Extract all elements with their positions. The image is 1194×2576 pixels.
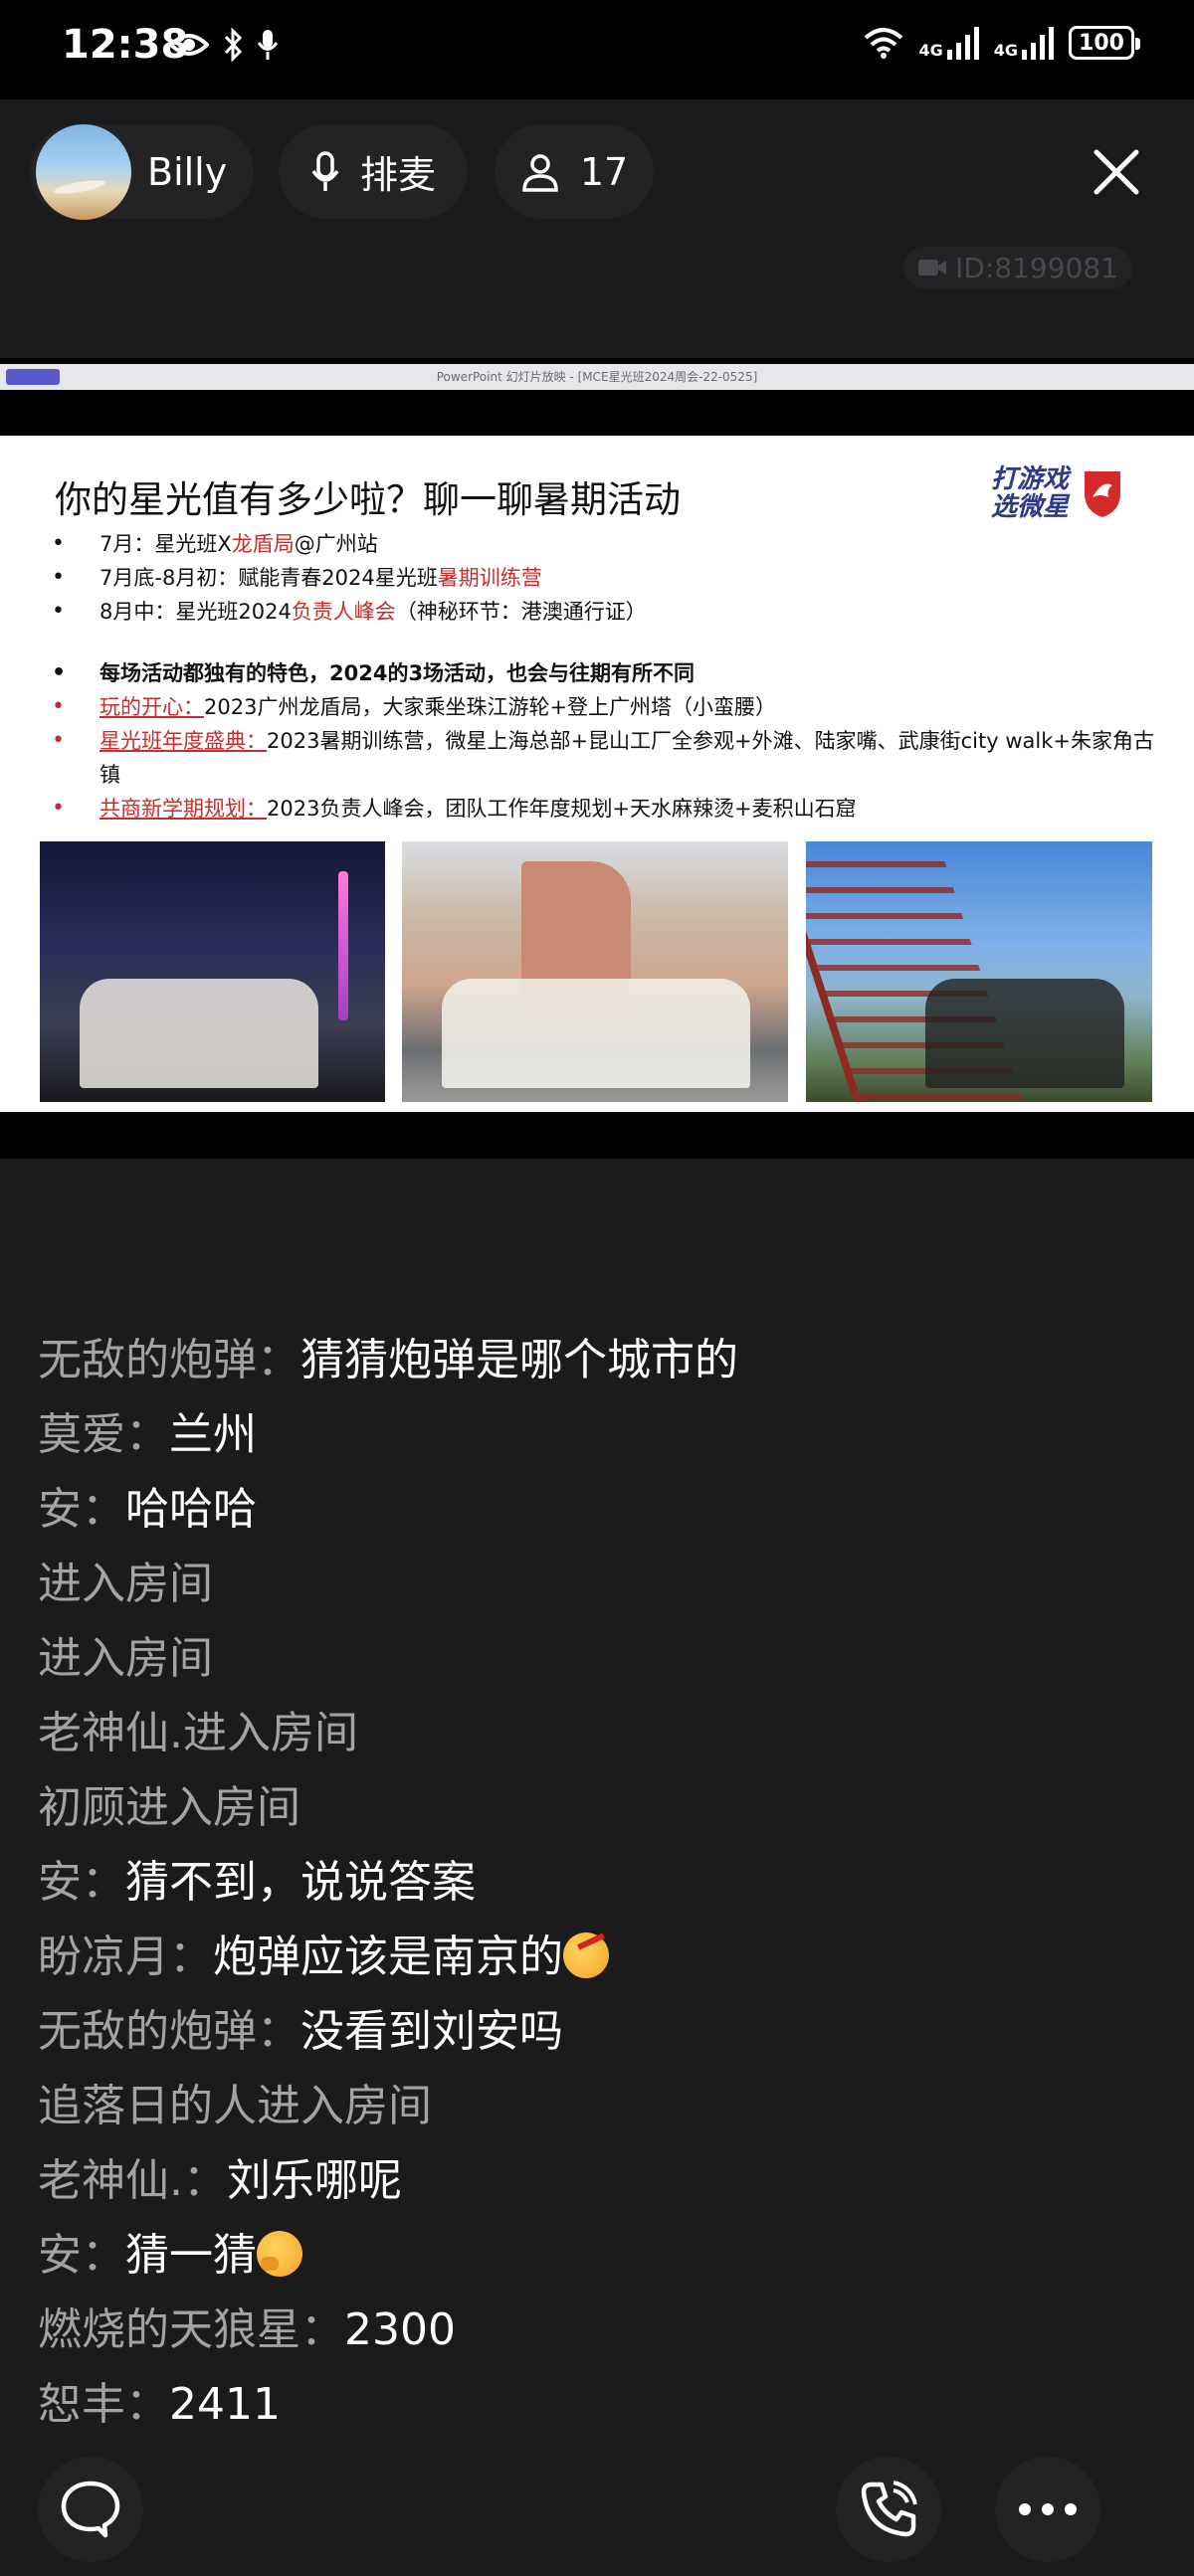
- chat-bubble-icon: [61, 2481, 120, 2538]
- bullet-item: 8月中：星光班2024负责人峰会（神秘环节：港澳通行证）: [52, 595, 1156, 629]
- chat-message: 安：猜不到，说说答案: [38, 1857, 476, 1908]
- close-icon[interactable]: [1089, 144, 1144, 200]
- chat-message: 无敌的炮弹：猜猜炮弹是哪个城市的: [38, 1335, 738, 1385]
- signal-icon-2: 4G: [994, 26, 1055, 60]
- status-icons-left: [169, 28, 279, 62]
- chat-message: 恕丰：2411: [38, 2379, 281, 2430]
- brand-line-1: 打游戏: [991, 464, 1070, 494]
- video-camera-icon: [918, 260, 947, 276]
- group-people: [925, 979, 1124, 1088]
- powerpoint-titlebar: PowerPoint 幻灯片放映 - [MCE星光班2024周会-22-0525…: [0, 364, 1194, 390]
- person-icon: [522, 153, 558, 192]
- more-dots-icon: [1019, 2503, 1077, 2515]
- call-button[interactable]: [836, 2457, 941, 2562]
- phone-icon: [861, 2481, 917, 2537]
- host-pill[interactable]: Billy: [30, 123, 254, 220]
- bullet-item: 7月底-8月初：赋能青春2024星光班暑期训练营: [52, 561, 1156, 595]
- mic-icon: [257, 30, 279, 60]
- bluetooth-icon: [224, 28, 243, 62]
- photo-group-street: [402, 841, 788, 1102]
- chat-message: 老神仙.：刘乐哪呢: [38, 2155, 402, 2206]
- network-type-1: 4G: [918, 41, 943, 60]
- photo-guangzhou-night: [40, 841, 385, 1102]
- thinking-face-emoji-icon: [257, 2231, 302, 2277]
- presentation-slide: 你的星光值有多少啦？聊一聊暑期活动 打游戏 选微星 7月：星光班X龙盾局@广州站…: [0, 436, 1194, 1112]
- bullet-item: 共商新学期规划：2023负责人峰会，团队工作年度规划+天水麻辣烫+麦积山石窟: [52, 792, 1156, 826]
- group-people: [442, 979, 750, 1088]
- angry-face-emoji-icon: [563, 1932, 609, 1978]
- microphone-icon: [311, 150, 339, 191]
- chat-message: 安：猜一猜: [38, 2218, 1152, 2293]
- system-message: 进入房间: [38, 1633, 213, 1684]
- chat-message: 无敌的炮弹：没看到刘安吗: [38, 2006, 563, 2057]
- chat-message: 盼凉月：炮弹应该是南京的: [38, 1920, 1152, 1994]
- shared-screen[interactable]: PowerPoint 幻灯片放映 - [MCE星光班2024周会-22-0525…: [0, 358, 1194, 1159]
- system-message: 追落日的人进入房间: [38, 2081, 432, 2131]
- system-message: 初顾进入房间: [38, 1782, 300, 1833]
- bullet-item: 7月：星光班X龙盾局@广州站: [52, 527, 1156, 561]
- photo-mountain-stairs: [806, 841, 1152, 1102]
- group-people: [80, 979, 318, 1088]
- chat-message: 安：哈哈哈: [38, 1484, 257, 1535]
- canton-tower: [338, 871, 348, 1020]
- mic-queue-button[interactable]: 排麦: [279, 124, 468, 219]
- brand-logo: 打游戏 选微星: [991, 465, 1124, 521]
- powerpoint-title: PowerPoint 幻灯片放映 - [MCE星光班2024周会-22-0525…: [436, 370, 758, 384]
- host-avatar[interactable]: [36, 123, 131, 220]
- battery-icon: 100: [1069, 26, 1140, 60]
- slide-title: 你的星光值有多少啦？聊一聊暑期活动: [55, 478, 681, 521]
- system-message: 老神仙.进入房间: [38, 1708, 358, 1758]
- host-name: Billy: [147, 149, 228, 194]
- bullet-item: 星光班年度盛典：2023暑期训练营，微星上海总部+昆山工厂全参观+外滩、陆家嘴、…: [52, 724, 1156, 792]
- eye-icon: [169, 34, 209, 56]
- viewer-count: 17: [579, 149, 629, 194]
- chat-button[interactable]: [38, 2457, 143, 2562]
- chat-list[interactable]: 无敌的炮弹：猜猜炮弹是哪个城市的 莫爱：兰州 安：哈哈哈 进入房间 进入房间 老…: [38, 1323, 1152, 2442]
- mic-queue-label: 排麦: [359, 153, 436, 197]
- status-icons-right: 4G 4G 100: [863, 26, 1140, 60]
- system-message: 进入房间: [38, 1559, 213, 1609]
- wifi-icon: [865, 28, 903, 59]
- chat-message: 燃烧的天狼星：2300: [38, 2304, 456, 2355]
- bullet-item: 玩的开心：2023广州龙盾局，大家乘坐珠江游轮+登上广州塔（小蛮腰）: [52, 690, 1156, 724]
- viewers-button[interactable]: 17: [495, 124, 654, 219]
- chat-message: 莫爱：兰州: [38, 1409, 257, 1460]
- brand-slogan: 打游戏 选微星: [991, 465, 1069, 521]
- status-bar: 12:38 4G 4G 100: [0, 0, 1194, 99]
- more-options-button[interactable]: [995, 2457, 1100, 2562]
- bullet-list-schedule: 7月：星光班X龙盾局@广州站 7月底-8月初：赋能青春2024星光班暑期训练营 …: [52, 527, 1156, 629]
- bullet-list-features: 每场活动都独有的特色，2024的3场活动，也会与往期有所不同 玩的开心：2023…: [52, 656, 1156, 826]
- room-id-text: ID:8199081: [955, 251, 1118, 284]
- network-type-2: 4G: [993, 41, 1018, 60]
- room-id-badge: ID:8199081: [903, 247, 1132, 288]
- dragon-shield-icon: [1085, 471, 1121, 517]
- signal-icon: 4G: [918, 26, 979, 60]
- room-header: Billy 排麦 17 ID:8199081: [0, 99, 1194, 358]
- brand-line-2: 选微星: [991, 492, 1070, 522]
- bullet-heading: 每场活动都独有的特色，2024的3场活动，也会与往期有所不同: [52, 656, 1156, 690]
